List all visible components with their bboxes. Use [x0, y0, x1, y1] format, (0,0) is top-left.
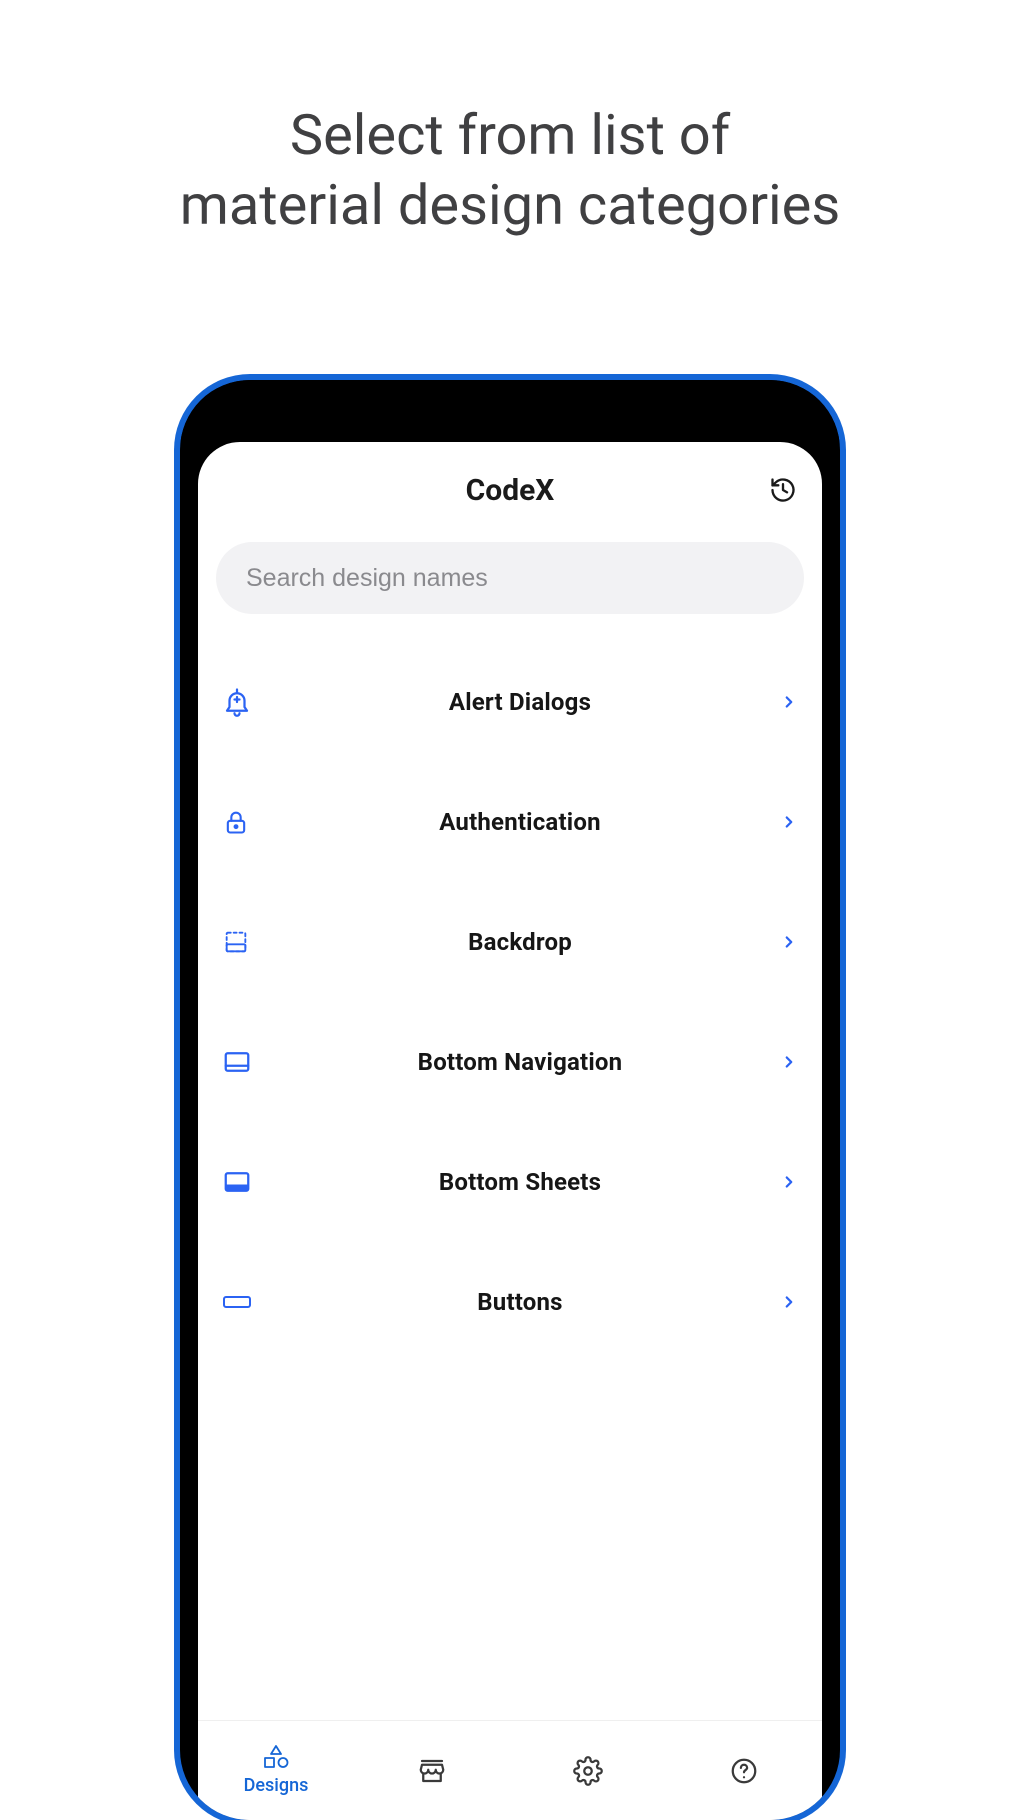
- settings-icon: [573, 1756, 603, 1786]
- nav-store[interactable]: [354, 1721, 510, 1820]
- category-label: Alert Dialogs: [276, 688, 764, 716]
- category-row-alert-dialogs[interactable]: Alert Dialogs: [198, 642, 822, 762]
- app-header: CodeX: [198, 446, 822, 534]
- category-row-bottom-sheets[interactable]: Bottom Sheets: [198, 1122, 822, 1242]
- category-list: Alert Dialogs Authentication: [198, 614, 822, 1720]
- phone-frame: CodeX: [180, 380, 840, 1820]
- promo-line-2: material design categories: [180, 172, 841, 238]
- chevron-right-icon: [764, 1293, 798, 1311]
- chevron-right-icon: [764, 933, 798, 951]
- category-label: Authentication: [276, 808, 764, 836]
- category-row-authentication[interactable]: Authentication: [198, 762, 822, 882]
- category-row-backdrop[interactable]: Backdrop: [198, 882, 822, 1002]
- category-label: Bottom Navigation: [276, 1048, 764, 1076]
- chevron-right-icon: [764, 1173, 798, 1191]
- search-container: [198, 534, 822, 614]
- chevron-right-icon: [764, 813, 798, 831]
- bottom-navigation: Designs: [198, 1720, 822, 1820]
- nav-label: Designs: [244, 1775, 309, 1796]
- promo-headline: Select from list of material design cate…: [0, 0, 1020, 240]
- store-icon: [417, 1756, 447, 1786]
- app-title: CodeX: [466, 473, 555, 508]
- button-icon: [222, 1292, 276, 1312]
- chevron-right-icon: [764, 1053, 798, 1071]
- phone-status-bar: [180, 380, 840, 442]
- promo-line-1: Select from list of: [290, 102, 730, 168]
- add-alert-icon: [222, 687, 276, 717]
- chevron-right-icon: [764, 693, 798, 711]
- history-icon: [769, 476, 797, 504]
- nav-settings[interactable]: [510, 1721, 666, 1820]
- app-screen: CodeX: [198, 442, 822, 1820]
- search-input[interactable]: [216, 542, 804, 614]
- lock-icon: [222, 808, 276, 836]
- help-icon: [729, 1756, 759, 1786]
- category-row-bottom-navigation[interactable]: Bottom Navigation: [198, 1002, 822, 1122]
- category-label: Bottom Sheets: [276, 1168, 764, 1196]
- shapes-icon: [261, 1745, 291, 1771]
- category-row-buttons[interactable]: Buttons: [198, 1242, 822, 1362]
- bottom-nav-icon: [222, 1047, 276, 1077]
- category-label: Backdrop: [276, 928, 764, 956]
- nav-designs[interactable]: Designs: [198, 1721, 354, 1820]
- nav-help[interactable]: [666, 1721, 822, 1820]
- category-label: Buttons: [276, 1288, 764, 1316]
- backdrop-icon: [222, 928, 276, 956]
- history-button[interactable]: [766, 473, 800, 507]
- bottom-sheet-icon: [222, 1167, 276, 1197]
